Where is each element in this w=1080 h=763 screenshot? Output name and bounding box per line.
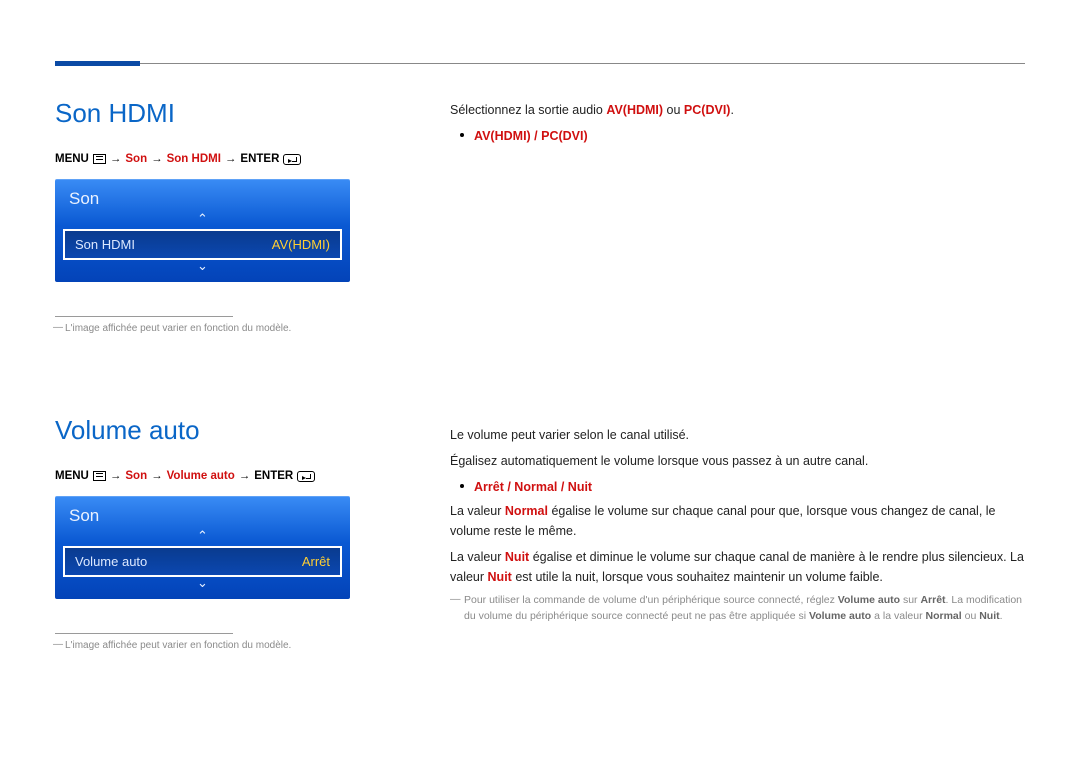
breadcrumb-part: Son HDMI <box>167 153 221 165</box>
breadcrumb: MENU → Son → Son HDMI → ENTER <box>55 153 405 165</box>
section-title: Volume auto <box>55 415 405 446</box>
divider <box>55 316 233 317</box>
text: est utile la nuit, lorsque vous souhaite… <box>512 570 883 584</box>
text-emphasis: Nuit <box>568 480 592 494</box>
arrow-icon: → <box>110 470 122 482</box>
breadcrumb-enter: ENTER <box>240 153 279 165</box>
breadcrumb-enter: ENTER <box>254 470 293 482</box>
breadcrumb-part: Son <box>125 470 147 482</box>
chevron-up-icon[interactable]: ⌃ <box>55 530 350 546</box>
menu-icon <box>93 471 106 481</box>
text: Pour utiliser la commande de volume d'un… <box>464 594 838 606</box>
footnote: L'image affichée peut varier en fonction… <box>55 323 405 334</box>
bullet-text: Arrêt / Normal / Nuit <box>474 477 592 497</box>
bullet-icon <box>460 484 464 488</box>
body-line: Le volume peut varier selon le canal uti… <box>450 425 1025 445</box>
text-emphasis: Nuit <box>505 550 529 564</box>
text-emphasis: AV(HDMI) <box>474 129 531 143</box>
text-emphasis: Volume auto <box>838 594 900 606</box>
text-emphasis: Nuit <box>979 610 999 622</box>
text-emphasis: / <box>531 129 541 143</box>
section-title: Son HDMI <box>55 98 405 129</box>
text: La valeur <box>450 504 505 518</box>
breadcrumb-part: Son <box>125 153 147 165</box>
enter-icon <box>283 154 301 165</box>
text-emphasis: / <box>557 480 567 494</box>
text-emphasis: Normal <box>926 610 962 622</box>
chevron-down-icon[interactable]: ⌄ <box>55 260 350 276</box>
breadcrumb-part: Volume auto <box>167 470 235 482</box>
bullet-text: AV(HDMI) / PC(DVI) <box>474 126 588 146</box>
osd-panel: Son ⌃ Son HDMI AV(HDMI) ⌄ <box>55 179 350 282</box>
text: La valeur <box>450 550 505 564</box>
osd-title: Son <box>55 496 350 530</box>
text: ou <box>663 103 684 117</box>
osd-row-value: AV(HDMI) <box>272 237 330 252</box>
breadcrumb-menu: MENU <box>55 153 89 165</box>
text-emphasis: AV(HDMI) <box>606 103 663 117</box>
osd-row[interactable]: Son HDMI AV(HDMI) <box>63 229 342 260</box>
bullet-item: AV(HDMI) / PC(DVI) <box>450 126 1025 146</box>
body-line: Égalisez automatiquement le volume lorsq… <box>450 451 1025 471</box>
osd-panel: Son ⌃ Volume auto Arrêt ⌄ <box>55 496 350 599</box>
section-sonhdmi-body: Sélectionnez la sortie audio AV(HDMI) ou… <box>450 100 1025 150</box>
bullet-icon <box>460 133 464 137</box>
text-emphasis: Volume auto <box>809 610 871 622</box>
osd-row-label: Son HDMI <box>75 237 135 252</box>
header-rule <box>55 63 1025 64</box>
menu-icon <box>93 154 106 164</box>
footnote: Pour utiliser la commande de volume d'un… <box>450 593 1025 625</box>
text: . <box>730 103 733 117</box>
footnote: L'image affichée peut varier en fonction… <box>55 640 405 651</box>
text-emphasis: PC(DVI) <box>684 103 731 117</box>
text: ou <box>962 610 980 622</box>
osd-row-label: Volume auto <box>75 554 147 569</box>
arrow-icon: → <box>151 153 163 165</box>
osd-title: Son <box>55 179 350 213</box>
divider <box>55 633 233 634</box>
body-line: La valeur Normal égalise le volume sur c… <box>450 501 1025 541</box>
text: . <box>1000 610 1003 622</box>
osd-row-value: Arrêt <box>302 554 330 569</box>
text-emphasis: Arrêt <box>920 594 945 606</box>
text-emphasis: Normal <box>514 480 557 494</box>
arrow-icon: → <box>225 153 237 165</box>
breadcrumb: MENU → Son → Volume auto → ENTER <box>55 470 405 482</box>
section-volumeauto-body: Le volume peut varier selon le canal uti… <box>450 425 1025 625</box>
text-emphasis: Nuit <box>488 570 512 584</box>
text: Sélectionnez la sortie audio <box>450 103 606 117</box>
text: sur <box>900 594 920 606</box>
breadcrumb-menu: MENU <box>55 470 89 482</box>
text-emphasis: Normal <box>505 504 548 518</box>
text-emphasis: / <box>504 480 514 494</box>
arrow-icon: → <box>151 470 163 482</box>
header-accent <box>55 61 140 66</box>
chevron-down-icon[interactable]: ⌄ <box>55 577 350 593</box>
section-sonhdmi-left: Son HDMI MENU → Son → Son HDMI → ENTER S… <box>55 98 405 334</box>
section-volumeauto-left: Volume auto MENU → Son → Volume auto → E… <box>55 415 405 651</box>
body-line: La valeur Nuit égalise et diminue le vol… <box>450 547 1025 587</box>
text-emphasis: Arrêt <box>474 480 504 494</box>
text: a la valeur <box>871 610 925 622</box>
body-line: Sélectionnez la sortie audio AV(HDMI) ou… <box>450 100 1025 120</box>
osd-row[interactable]: Volume auto Arrêt <box>63 546 342 577</box>
enter-icon <box>297 471 315 482</box>
arrow-icon: → <box>110 153 122 165</box>
text-emphasis: PC(DVI) <box>541 129 588 143</box>
chevron-up-icon[interactable]: ⌃ <box>55 213 350 229</box>
bullet-item: Arrêt / Normal / Nuit <box>450 477 1025 497</box>
arrow-icon: → <box>239 470 251 482</box>
